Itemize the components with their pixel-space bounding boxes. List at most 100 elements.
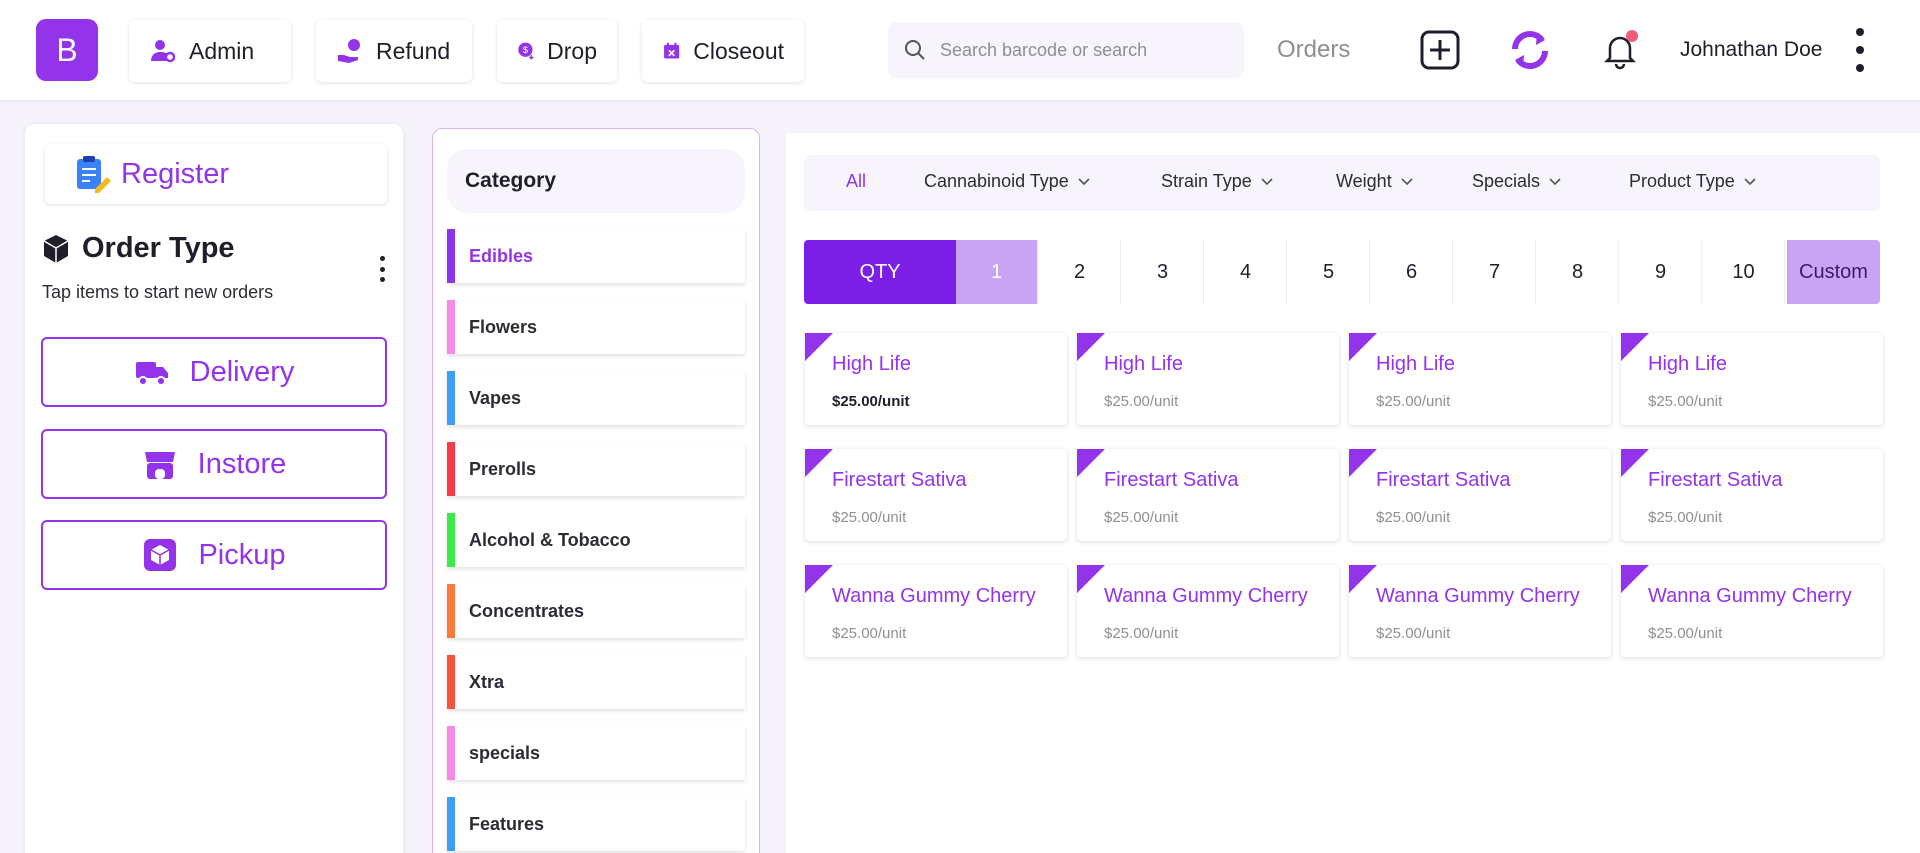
closeout-button[interactable]: Closeout <box>642 20 804 82</box>
product-card[interactable]: High Life $25.00/unit <box>1077 333 1339 425</box>
product-card[interactable]: Wanna Gummy Cherry $25.00/unit <box>805 565 1067 657</box>
product-card[interactable]: Firestart Sativa $25.00/unit <box>805 449 1067 541</box>
corner-tag-icon <box>805 333 833 361</box>
qty-option-8[interactable]: 8 <box>1537 240 1619 304</box>
delivery-button[interactable]: Delivery <box>41 337 387 407</box>
filter-cannabinoid-type-dropdown[interactable]: Cannabinoid Type <box>924 171 1091 192</box>
product-card[interactable]: Firestart Sativa $25.00/unit <box>1349 449 1611 541</box>
order-type-heading: Order Type <box>42 232 235 265</box>
chevron-down-icon <box>1261 177 1273 185</box>
product-card[interactable]: Wanna Gummy Cherry $25.00/unit <box>1077 565 1339 657</box>
more-menu-button[interactable] <box>1848 28 1872 72</box>
category-item-vapes[interactable]: Vapes <box>447 371 745 425</box>
top-bar: B Admin Refund $ Drop Closeout Orders Jo… <box>0 0 1920 100</box>
order-type-title: Order Type <box>82 232 235 264</box>
category-color-bar <box>447 797 455 851</box>
category-header: Category <box>447 149 745 213</box>
kebab-dot <box>1856 46 1864 54</box>
product-name: Wanna Gummy Cherry <box>1104 585 1308 607</box>
category-label: specials <box>469 742 541 763</box>
storefront-icon <box>144 452 175 479</box>
product-card[interactable]: Wanna Gummy Cherry $25.00/unit <box>1621 565 1883 657</box>
notifications-button[interactable] <box>1596 26 1644 74</box>
chevron-down-icon <box>1401 177 1413 185</box>
filter-all[interactable]: All <box>846 171 866 192</box>
category-color-bar <box>447 442 455 496</box>
admin-button[interactable]: Admin <box>129 20 291 82</box>
dollar-drop-icon: $ <box>518 42 534 60</box>
category-color-bar <box>447 229 455 283</box>
admin-label: Admin <box>189 37 255 64</box>
register-title: Register <box>121 157 229 190</box>
logo-letter: B <box>56 31 78 68</box>
product-name: Firestart Sativa <box>832 469 967 491</box>
kebab-dot <box>380 256 385 261</box>
instore-button[interactable]: Instore <box>41 429 387 499</box>
qty-option-3[interactable]: 3 <box>1122 240 1204 304</box>
filter-strain-type-dropdown[interactable]: Strain Type <box>1161 171 1274 192</box>
register-header[interactable]: Register <box>45 144 387 204</box>
category-label: Flowers <box>469 316 538 337</box>
product-price: $25.00/unit <box>1376 625 1451 642</box>
category-label: Xtra <box>469 671 505 692</box>
category-item-prerolls[interactable]: Prerolls <box>447 442 745 496</box>
product-price: $25.00/unit <box>1648 509 1723 526</box>
product-card[interactable]: Firestart Sativa $25.00/unit <box>1621 449 1883 541</box>
qty-option-5[interactable]: 5 <box>1288 240 1370 304</box>
drop-button[interactable]: $ Drop <box>497 20 617 82</box>
qty-custom-button[interactable]: Custom <box>1787 240 1880 304</box>
search-input[interactable] <box>940 39 1220 61</box>
category-item-alcohol-tobacco[interactable]: Alcohol & Tobacco <box>447 513 745 567</box>
sync-icon <box>1512 31 1548 69</box>
qty-option-9[interactable]: 9 <box>1620 240 1702 304</box>
product-card[interactable]: High Life $25.00/unit <box>1621 333 1883 425</box>
order-type-menu-button[interactable] <box>380 256 388 282</box>
refund-button[interactable]: Refund <box>316 20 472 82</box>
pickup-button[interactable]: Pickup <box>41 520 387 590</box>
category-item-concentrates[interactable]: Concentrates <box>447 584 745 638</box>
qty-option-1[interactable]: 1 <box>956 240 1038 304</box>
filter-specials-dropdown[interactable]: Specials <box>1472 171 1562 192</box>
order-type-panel: Register Order Type Tap items to start n… <box>25 124 403 853</box>
category-item-features[interactable]: Features <box>447 797 745 851</box>
product-card[interactable]: High Life $25.00/unit <box>1349 333 1611 425</box>
filter-product-type-dropdown[interactable]: Product Type <box>1629 171 1757 192</box>
corner-tag-icon <box>805 565 833 593</box>
qty-option-4[interactable]: 4 <box>1205 240 1287 304</box>
orders-link[interactable]: Orders <box>1277 36 1350 64</box>
kebab-dot <box>380 277 385 282</box>
kebab-dot <box>380 266 385 272</box>
corner-tag-icon <box>1077 565 1105 593</box>
box-icon <box>144 539 177 571</box>
refund-label: Refund <box>376 37 451 64</box>
qty-option-10[interactable]: 10 <box>1703 240 1785 304</box>
product-name: Wanna Gummy Cherry <box>832 585 1036 607</box>
product-name: High Life <box>1104 353 1183 375</box>
qty-option-7[interactable]: 7 <box>1454 240 1536 304</box>
user-name[interactable]: Johnathan Doe <box>1680 38 1822 62</box>
product-price: $25.00/unit <box>1104 393 1179 410</box>
plus-square-icon <box>1420 30 1460 70</box>
product-name: Wanna Gummy Cherry <box>1648 585 1852 607</box>
qty-option-6[interactable]: 6 <box>1371 240 1453 304</box>
category-item-edibles[interactable]: Edibles <box>447 229 745 283</box>
category-item-xtra[interactable]: Xtra <box>447 655 745 709</box>
add-order-button[interactable] <box>1416 26 1464 74</box>
product-price: $25.00/unit <box>832 393 910 410</box>
drop-label: Drop <box>547 37 597 64</box>
product-card[interactable]: Wanna Gummy Cherry $25.00/unit <box>1349 565 1611 657</box>
sync-button[interactable] <box>1506 26 1554 74</box>
corner-tag-icon <box>1621 449 1649 477</box>
kebab-dot <box>1856 64 1864 72</box>
product-price: $25.00/unit <box>1104 625 1179 642</box>
category-item-specials[interactable]: specials <box>447 726 745 780</box>
product-card[interactable]: High Life $25.00/unit <box>805 333 1067 425</box>
filter-label: Weight <box>1336 171 1392 191</box>
chevron-down-icon <box>1078 177 1090 185</box>
qty-option-2[interactable]: 2 <box>1039 240 1121 304</box>
app-logo[interactable]: B <box>36 19 98 81</box>
product-card[interactable]: Firestart Sativa $25.00/unit <box>1077 449 1339 541</box>
filter-weight-dropdown[interactable]: Weight <box>1336 171 1414 192</box>
category-item-flowers[interactable]: Flowers <box>447 300 745 354</box>
category-color-bar <box>447 584 455 638</box>
